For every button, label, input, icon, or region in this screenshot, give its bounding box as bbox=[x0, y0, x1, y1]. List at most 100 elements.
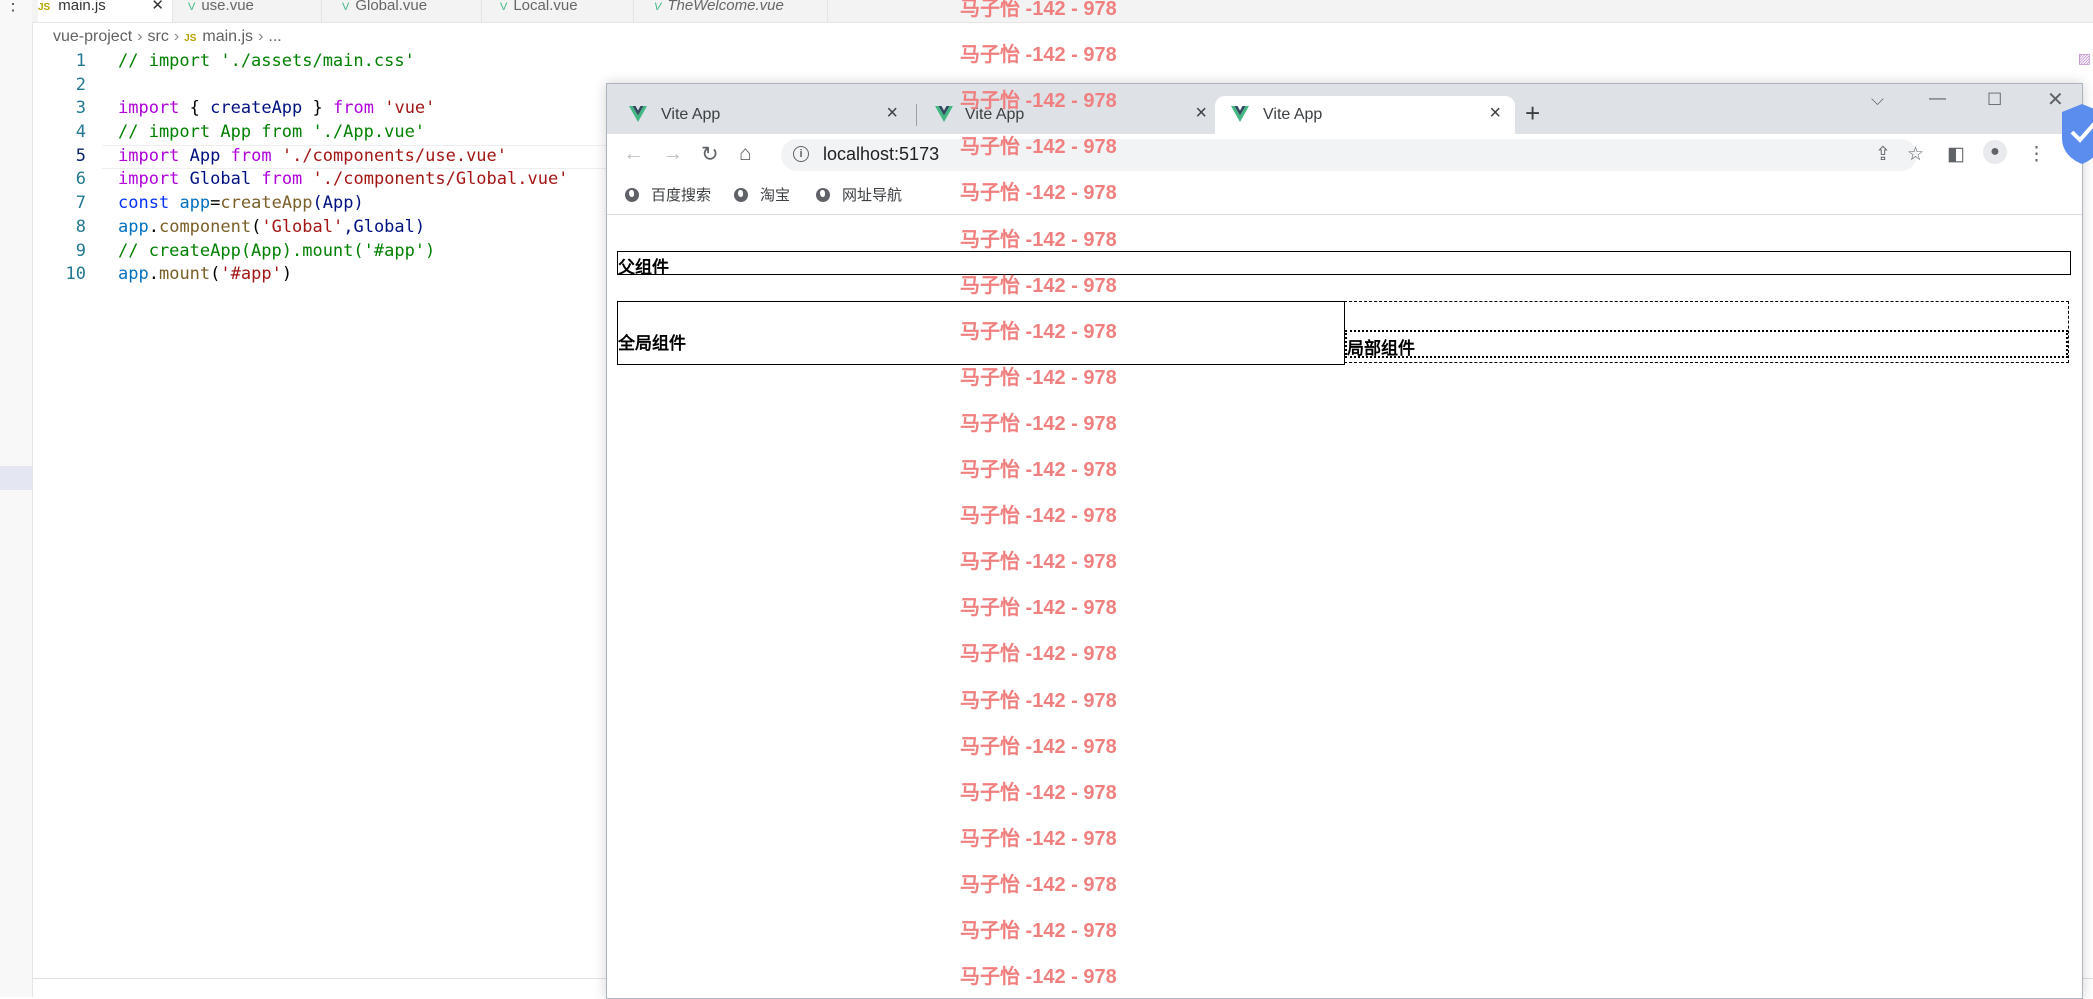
close-icon[interactable]: × bbox=[886, 102, 898, 125]
home-icon[interactable]: ⌂ bbox=[739, 142, 752, 166]
bookmark-label: 淘宝 bbox=[760, 187, 791, 204]
code-token: createApp bbox=[210, 98, 303, 119]
local-component-title: 局部组件 bbox=[1347, 339, 1415, 358]
code-token: ) bbox=[281, 264, 293, 285]
bookmarks-bar: 百度搜索 淘宝 网址导航 bbox=[607, 176, 2082, 215]
bookmark-item[interactable]: 网址导航 bbox=[816, 184, 902, 205]
profile-avatar-icon[interactable]: ● bbox=[1983, 140, 2007, 164]
breadcrumb-folder[interactable]: src bbox=[147, 28, 168, 45]
share-icon[interactable]: ⇪ bbox=[1875, 143, 1891, 166]
js-file-icon: JS bbox=[184, 33, 197, 44]
line-number: 8 bbox=[75, 216, 86, 237]
kebab-menu-icon[interactable]: ⋮ bbox=[2027, 143, 2046, 166]
code-token: import bbox=[118, 98, 180, 119]
watermark-text: 马子怡 -142 - 978 bbox=[960, 412, 1117, 435]
watermark-text: 马子怡 -142 - 978 bbox=[960, 735, 1117, 758]
forward-arrow-icon[interactable]: → bbox=[662, 142, 683, 166]
editor-tab-label: Local.vue bbox=[513, 0, 578, 14]
editor-tab-label: use.vue bbox=[201, 0, 254, 14]
code-text: // import App from './App.vue' bbox=[118, 122, 426, 143]
chevron-right-icon: › bbox=[258, 28, 264, 45]
parent-component-box: 父组件 bbox=[617, 251, 2071, 277]
globe-icon bbox=[625, 188, 639, 202]
bookmark-item[interactable]: 百度搜索 bbox=[625, 184, 711, 205]
bookmark-item[interactable]: 淘宝 bbox=[734, 184, 790, 205]
breadcrumb-more[interactable]: ... bbox=[268, 28, 281, 45]
code-token: app bbox=[118, 264, 149, 285]
vue-file-icon: V bbox=[342, 1, 350, 13]
line-number: 10 bbox=[65, 264, 86, 285]
code-text: app.mount('#app') bbox=[118, 263, 292, 287]
back-arrow-icon[interactable]: ← bbox=[623, 142, 644, 166]
js-file-icon: JS bbox=[38, 2, 51, 13]
address-bar[interactable]: i localhost:5173 bbox=[781, 139, 1917, 171]
browser-tab[interactable]: Vite App × bbox=[607, 96, 912, 134]
code-text: // createApp(App).mount('#app') bbox=[118, 240, 436, 261]
editor-tab-global-vue[interactable]: V Global.vue bbox=[322, 0, 482, 22]
code-text: import App from './components/use.vue' bbox=[118, 145, 507, 169]
editor-tab-label: Global.vue bbox=[355, 0, 428, 14]
close-icon[interactable]: ✕ bbox=[151, 0, 164, 13]
local-component-inner: 局部组件 bbox=[1345, 330, 2068, 358]
breadcrumb-file[interactable]: main.js bbox=[202, 28, 253, 45]
activity-active-marker bbox=[0, 466, 32, 490]
watermark-text: 马子怡 -142 - 978 bbox=[960, 182, 1117, 205]
code-token: const bbox=[118, 193, 170, 214]
breadcrumb: vue-project › src › JS main.js ›... bbox=[53, 28, 282, 46]
code-token: app bbox=[118, 216, 149, 237]
reload-icon[interactable]: ↻ bbox=[701, 142, 719, 167]
code-token: App bbox=[189, 145, 221, 166]
vue-file-icon: V bbox=[654, 1, 662, 13]
line-number: 3 bbox=[75, 98, 86, 119]
chevron-right-icon: › bbox=[137, 28, 143, 45]
line-number: 1 bbox=[75, 51, 86, 71]
more-icon[interactable]: ⋮ bbox=[4, 0, 22, 15]
code-token: 'vue' bbox=[384, 98, 436, 119]
tab-search-chevron-icon[interactable]: ⌵ bbox=[1871, 90, 1884, 110]
watermark-text: 马子怡 -142 - 978 bbox=[960, 44, 1117, 67]
browser-toolbar: ← → ↻ ⌂ i localhost:5173 ⇪ ☆ ◧ ● ⋮ bbox=[607, 134, 2082, 176]
code-token: component bbox=[158, 216, 252, 237]
code-token: './components/Global.vue' bbox=[312, 169, 569, 190]
side-panel-icon[interactable]: ◧ bbox=[1947, 143, 1965, 166]
editor-tab-thewelcome-vue[interactable]: V TheWelcome.vue bbox=[634, 0, 828, 22]
code-token: app bbox=[179, 193, 211, 214]
code-token: } bbox=[302, 98, 323, 119]
line-number: 4 bbox=[75, 122, 86, 143]
browser-tab-active[interactable]: Vite App × bbox=[1215, 96, 1515, 134]
editor-tab-main-js[interactable]: JS main.js ✕ bbox=[38, 0, 173, 22]
shield-icon[interactable] bbox=[2062, 104, 2093, 164]
line-number: 5 bbox=[75, 145, 86, 166]
code-token: ,Global) bbox=[343, 216, 426, 237]
breadcrumb-root[interactable]: vue-project bbox=[53, 28, 132, 45]
code-token: './components/use.vue' bbox=[281, 145, 508, 166]
line-number: 7 bbox=[75, 193, 86, 214]
minimize-icon[interactable]: — bbox=[1929, 88, 1946, 108]
address-url: localhost:5173 bbox=[823, 144, 940, 164]
globe-icon bbox=[816, 188, 830, 202]
site-info-icon[interactable]: i bbox=[793, 146, 809, 162]
browser-tab-title: Vite App bbox=[1263, 106, 1323, 123]
watermark-text: 马子怡 -142 - 978 bbox=[960, 781, 1117, 804]
watermark-text: 马子怡 -142 - 978 bbox=[960, 643, 1117, 666]
editor-tab-local-vue[interactable]: V Local.vue bbox=[482, 0, 634, 22]
editor-tab-use-vue[interactable]: Vuse.vue bbox=[172, 0, 322, 22]
maximize-icon[interactable]: ☐ bbox=[1987, 90, 2002, 110]
watermark-text: 马子怡 -142 - 978 bbox=[960, 366, 1117, 389]
watermark-text: 马子怡 -142 - 978 bbox=[960, 689, 1117, 712]
bookmark-star-icon[interactable]: ☆ bbox=[1907, 143, 1924, 166]
vue-logo-icon bbox=[935, 106, 953, 122]
watermark-text: 马子怡 -142 - 978 bbox=[960, 320, 1117, 343]
close-icon[interactable]: × bbox=[1489, 102, 1501, 125]
line-number: 2 bbox=[75, 74, 86, 95]
new-tab-button[interactable]: + bbox=[1525, 98, 1540, 129]
code-token: from bbox=[333, 98, 374, 119]
code-text: app.component('Global',Global) bbox=[118, 216, 425, 240]
watermark-text: 马子怡 -142 - 978 bbox=[960, 920, 1117, 942]
bookmark-label: 百度搜索 bbox=[651, 187, 712, 204]
watermark-text: 马子怡 -142 - 978 bbox=[960, 873, 1117, 896]
vue-logo-icon bbox=[629, 106, 647, 122]
code-token: ( bbox=[251, 216, 262, 237]
watermark-text: 马子怡 -142 - 978 bbox=[960, 459, 1117, 481]
editor-tab-label: main.js bbox=[58, 0, 106, 14]
